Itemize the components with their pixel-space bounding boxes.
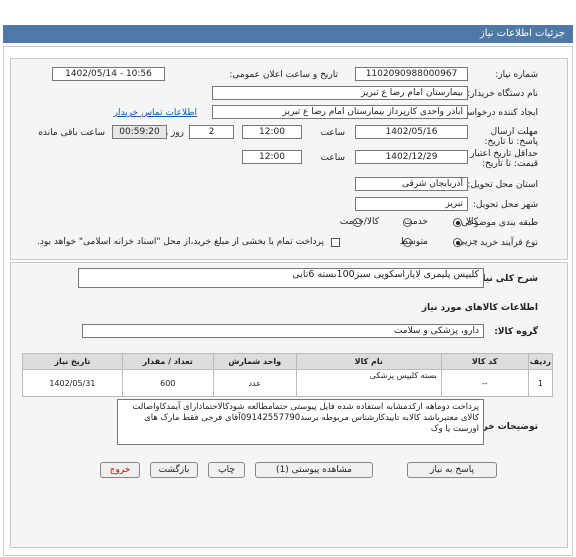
need-number-field: 1102090988000967 — [355, 67, 468, 81]
back-button[interactable]: بازگشت — [150, 462, 198, 478]
process-option-medium: متوسط — [399, 237, 428, 247]
buyer-org-field: بیمارستان امام رضا ع تبریز — [212, 86, 468, 100]
buyer-org-label: نام دستگاه خریدار: — [467, 89, 538, 99]
goods-info-title: اطلاعات کالاهای مورد نیاز — [421, 303, 538, 313]
reply-button[interactable]: پاسخ به نیاز — [407, 462, 497, 478]
col-row: ردیف — [527, 353, 554, 370]
cell-code: -- — [440, 369, 529, 397]
page-title: جزئیات اطلاعات نیاز — [479, 28, 565, 39]
deadline-label: مهلت ارسال پاسخ: تا تاریخ: — [484, 127, 538, 147]
exit-button[interactable]: خروج — [100, 462, 140, 478]
page-header-bar: جزئیات اطلاعات نیاز — [3, 25, 573, 43]
buyer-notes-field: پرداخت دوماهه ازکدمشابه استفاده شده فایل… — [117, 399, 484, 445]
remaining-time-field: 00:59:20 — [112, 125, 167, 139]
province-label: استان محل تحویل: — [467, 180, 538, 190]
col-code: کد کالا — [440, 353, 529, 370]
deadline-time-label: ساعت — [320, 128, 346, 138]
cell-need-date: 1402/05/31 — [22, 369, 123, 397]
validity-time-field: 12:00 — [242, 150, 302, 164]
category-option-goods: کالا — [465, 217, 478, 227]
process-option-minor: جزیی — [457, 237, 478, 247]
remaining-time-label: ساعت باقی مانده — [38, 128, 105, 138]
goods-group-label: گروه کالا: — [494, 327, 538, 337]
print-button[interactable]: چاپ — [208, 462, 245, 478]
col-unit: واحد شمارش — [212, 353, 297, 370]
col-name: نام کالا — [295, 353, 442, 370]
cell-row: 1 — [527, 369, 554, 397]
cell-unit: عدد — [212, 369, 297, 397]
goods-table: ردیف کد کالا نام کالا واحد شمارش تعداد /… — [22, 353, 554, 397]
deadline-date-field: 1402/05/16 — [355, 125, 468, 139]
buyer-contact-link[interactable]: اطلاعات تماس خریدار — [114, 108, 197, 118]
days-field: 2 — [189, 125, 234, 139]
validity-date-field: 1402/12/29 — [355, 150, 468, 164]
cell-name: بسته کلیپس پزشکی — [295, 369, 442, 397]
treasury-payment-note: پرداخت تمام یا بخشی از مبلغ خرید،از محل … — [36, 237, 324, 247]
category-option-goods-service: کالا/خدمت — [339, 217, 379, 227]
announce-date-field: 1402/05/14 - 10:56 — [52, 67, 165, 81]
goods-group-field: دارو، پزشکی و سلامت — [82, 324, 484, 338]
goods-table-header: ردیف کد کالا نام کالا واحد شمارش تعداد /… — [22, 353, 554, 370]
city-field: تبریز — [355, 197, 468, 211]
creator-field: اباذر واحدی کارپرداز بیمارستان امام رضا … — [212, 105, 468, 119]
validity-time-label: ساعت — [320, 153, 346, 163]
category-radio-goods[interactable] — [453, 218, 462, 227]
need-number-label: شماره نیاز: — [495, 70, 538, 80]
cell-quantity: 600 — [121, 369, 214, 397]
col-need-date: تاریخ نیاز — [22, 353, 123, 370]
announce-date-label: تاریخ و ساعت اعلان عمومی: — [229, 70, 338, 80]
summary-field: کلیپس پلیمری لاپاراسکوپی سبز100بسته 6تای… — [78, 268, 484, 288]
process-type-label: نوع فرآیند خرید : — [474, 238, 538, 248]
table-row: 1 -- بسته کلیپس پزشکی عدد 600 1402/05/31 — [22, 369, 554, 397]
treasury-payment-checkbox[interactable] — [331, 238, 340, 247]
category-option-service: خدمت — [404, 217, 428, 227]
city-label: شهر محل تحویل: — [472, 200, 538, 210]
col-quantity: تعداد / مقدار — [121, 353, 214, 370]
view-attachments-button[interactable]: مشاهده پیوستی (1) — [255, 462, 373, 478]
deadline-time-field: 12:00 — [242, 125, 302, 139]
province-field: آذربایجان شرقی — [355, 177, 468, 191]
